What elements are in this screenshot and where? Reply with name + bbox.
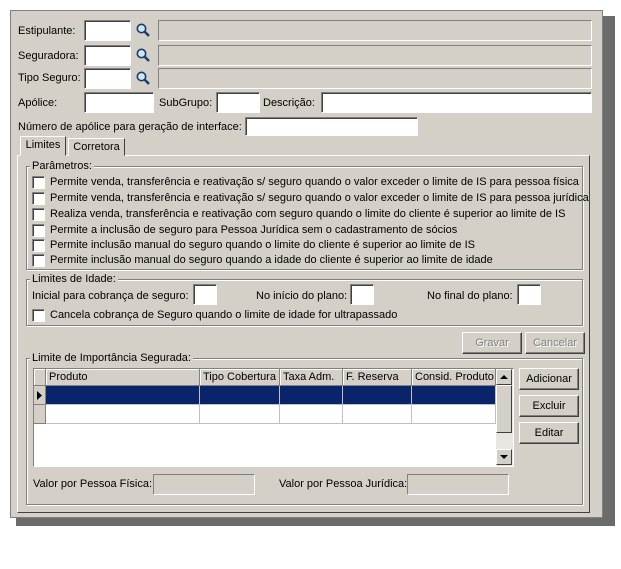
descricao-label: Descrição: bbox=[263, 97, 315, 109]
checkbox[interactable] bbox=[32, 192, 45, 205]
valor-pj-field bbox=[407, 474, 509, 495]
apolice-label: Apólice: bbox=[18, 97, 58, 109]
search-icon[interactable] bbox=[135, 47, 151, 63]
tipo-seguro-label: Tipo Seguro: bbox=[18, 72, 81, 84]
param-option-3[interactable]: Realiza venda, transferência e reativaçã… bbox=[32, 207, 582, 222]
checkbox[interactable] bbox=[32, 309, 45, 322]
col-tipo-cobertura[interactable]: Tipo Cobertura bbox=[200, 369, 280, 386]
importancia-grid[interactable]: Produto Tipo Cobertura Taxa Adm. F. Rese… bbox=[33, 368, 514, 467]
row-indicator-header bbox=[34, 369, 46, 386]
col-f-reserva[interactable]: F. Reserva bbox=[343, 369, 412, 386]
table-cell[interactable] bbox=[46, 405, 200, 424]
col-produto[interactable]: Produto bbox=[46, 369, 200, 386]
excluir-button[interactable]: Excluir bbox=[519, 395, 579, 417]
param-option-6[interactable]: Permite inclusão manual do seguro quando… bbox=[32, 253, 582, 268]
subgrupo-input[interactable] bbox=[216, 92, 260, 113]
table-cell[interactable] bbox=[280, 405, 343, 424]
final-plano-label: No final do plano: bbox=[427, 290, 513, 302]
estipulante-code-input[interactable] bbox=[84, 20, 131, 41]
limites-idade-legend: Limites de Idade: bbox=[30, 273, 118, 285]
search-icon[interactable] bbox=[135, 22, 151, 38]
tab-label: Corretora bbox=[73, 141, 120, 153]
arrow-down-icon bbox=[500, 455, 508, 459]
checkbox[interactable] bbox=[32, 239, 45, 252]
descricao-input[interactable] bbox=[321, 92, 592, 113]
seguradora-name-field bbox=[158, 45, 592, 66]
tab-label: Limites bbox=[25, 139, 61, 151]
checkbox[interactable] bbox=[32, 208, 45, 221]
table-cell[interactable] bbox=[200, 386, 280, 405]
seguradora-label: Seguradora: bbox=[18, 50, 79, 62]
checkbox[interactable] bbox=[32, 254, 45, 267]
importancia-legend: Limite de Importância Segurada: bbox=[30, 352, 193, 364]
table-cell[interactable] bbox=[46, 386, 200, 405]
param-option-2[interactable]: Permite venda, transferência e reativaçã… bbox=[32, 191, 589, 206]
row-pointer-icon bbox=[37, 391, 42, 400]
arrow-up-icon bbox=[500, 375, 508, 379]
cancela-cobranca-option[interactable]: Cancela cobrança de Seguro quando o limi… bbox=[32, 308, 452, 323]
search-icon[interactable] bbox=[135, 70, 151, 86]
subgrupo-label: SubGrupo: bbox=[159, 97, 213, 109]
valor-pf-label: Valor por Pessoa Física: bbox=[33, 478, 153, 490]
numero-apolice-input[interactable] bbox=[245, 117, 418, 136]
editar-button[interactable]: Editar bbox=[519, 422, 579, 444]
numero-apolice-label: Número de apólice para geração de interf… bbox=[18, 121, 242, 133]
table-cell[interactable] bbox=[412, 386, 496, 405]
form-window: Estipulante: Seguradora: Tipo Seguro: Ap… bbox=[10, 10, 603, 518]
scroll-down-button[interactable] bbox=[496, 449, 512, 465]
inicial-cobranca-label: Inicial para cobrança de seguro: bbox=[32, 290, 189, 302]
gravar-button[interactable]: Gravar bbox=[462, 332, 522, 354]
inicio-plano-input[interactable] bbox=[350, 284, 374, 305]
tab-corretora[interactable]: Corretora bbox=[68, 138, 125, 156]
cancelar-button[interactable]: Cancelar bbox=[525, 332, 585, 354]
apolice-input[interactable] bbox=[84, 92, 154, 113]
col-taxa-adm[interactable]: Taxa Adm. bbox=[280, 369, 343, 386]
checkbox[interactable] bbox=[32, 224, 45, 237]
scroll-thumb[interactable] bbox=[496, 385, 512, 433]
estipulante-label: Estipulante: bbox=[18, 25, 76, 37]
parametros-legend: Parâmetros: bbox=[30, 160, 94, 172]
checkbox[interactable] bbox=[32, 176, 45, 189]
table-cell[interactable] bbox=[343, 405, 412, 424]
inicio-plano-label: No início do plano: bbox=[256, 290, 348, 302]
tab-limites[interactable]: Limites bbox=[20, 136, 66, 156]
table-cell[interactable] bbox=[200, 405, 280, 424]
param-option-1[interactable]: Permite venda, transferência e reativaçã… bbox=[32, 175, 582, 190]
table-cell[interactable] bbox=[412, 405, 496, 424]
inicial-cobranca-input[interactable] bbox=[193, 284, 217, 305]
scroll-up-button[interactable] bbox=[496, 369, 512, 385]
seguradora-code-input[interactable] bbox=[84, 45, 131, 66]
estipulante-name-field bbox=[158, 20, 592, 41]
final-plano-input[interactable] bbox=[517, 284, 541, 305]
tipo-seguro-code-input[interactable] bbox=[84, 68, 131, 89]
valor-pf-field bbox=[153, 474, 255, 495]
table-cell[interactable] bbox=[343, 386, 412, 405]
valor-pj-label: Valor por Pessoa Jurídica: bbox=[279, 478, 408, 490]
col-consid-produto[interactable]: Consid. Produto bbox=[412, 369, 496, 386]
vertical-scrollbar[interactable] bbox=[496, 369, 513, 466]
row-indicator[interactable] bbox=[34, 405, 46, 424]
param-option-4[interactable]: Permite a inclusão de seguro para Pessoa… bbox=[32, 223, 582, 238]
row-indicator[interactable] bbox=[34, 386, 46, 405]
adicionar-button[interactable]: Adicionar bbox=[519, 368, 579, 390]
param-option-5[interactable]: Permite inclusão manual do seguro quando… bbox=[32, 238, 582, 253]
table-cell[interactable] bbox=[280, 386, 343, 405]
tipo-seguro-name-field bbox=[158, 68, 592, 89]
